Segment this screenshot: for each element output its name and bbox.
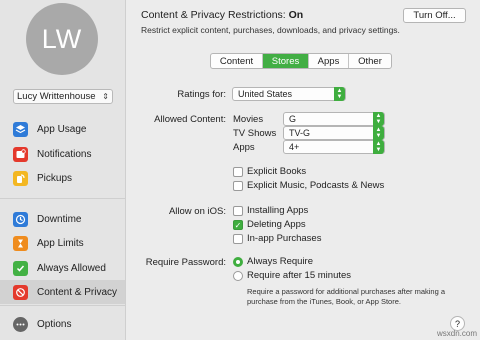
avatar: LW (26, 3, 98, 75)
sidebar-item-app-limits[interactable]: App Limits (0, 231, 125, 255)
in-app-purchases-checkbox[interactable] (233, 234, 243, 244)
sidebar-item-label: Options (37, 318, 72, 330)
sidebar-item-label: App Usage (37, 123, 87, 135)
turn-off-button[interactable]: Turn Off... (403, 8, 466, 23)
tv-shows-select[interactable]: TV-G ▲ ▼ (283, 126, 385, 140)
user-select[interactable]: Lucy Writtenhouse ⇕ (13, 89, 113, 104)
checkmark-icon: ✓ (234, 221, 242, 230)
sidebar-item-always-allowed[interactable]: Always Allowed (0, 256, 125, 280)
installing-apps-checkbox[interactable] (233, 206, 243, 216)
options-icon (13, 316, 28, 332)
page-subtitle: Restrict explicit content, purchases, do… (141, 25, 400, 35)
chevron-updown-icon: ▲ ▼ (373, 126, 384, 140)
sidebar-item-label: Pickups (37, 172, 73, 184)
main-panel: Content & Privacy Restrictions: On Restr… (126, 0, 480, 340)
always-require-radio[interactable] (233, 257, 243, 267)
sidebar-item-label: Content & Privacy (37, 286, 118, 298)
sidebar-divider (0, 305, 125, 306)
apps-value: 4+ (289, 142, 300, 152)
movies-label: Movies (233, 114, 264, 125)
sidebar: LW Lucy Writtenhouse ⇕ App Usage Notific… (0, 0, 126, 340)
tab-bar: Content Stores Apps Other (210, 53, 392, 69)
sidebar-item-content-privacy[interactable]: Content & Privacy (0, 280, 125, 304)
sidebar-item-label: Always Allowed (37, 262, 106, 274)
tab-content[interactable]: Content (211, 54, 263, 68)
pickup-icon (13, 170, 28, 186)
tab-apps[interactable]: Apps (309, 54, 349, 68)
title-text: Content & Privacy Restrictions: (141, 9, 286, 21)
in-app-purchases-label: In-app Purchases (247, 233, 322, 244)
page-title: Content & Privacy Restrictions: On (141, 9, 303, 21)
explicit-music-checkbox[interactable] (233, 181, 243, 191)
allow-ios-label: Allow on iOS: (168, 206, 226, 217)
explicit-books-label: Explicit Books (247, 166, 307, 177)
installing-apps-label: Installing Apps (247, 205, 309, 216)
sidebar-item-downtime[interactable]: Downtime (0, 207, 125, 231)
checkmark-shield-icon (13, 260, 28, 276)
ratings-label: Ratings for: (177, 89, 226, 100)
explicit-books-checkbox[interactable] (233, 167, 243, 177)
require-password-label: Require Password: (145, 257, 226, 268)
tv-shows-label: TV Shows (233, 128, 277, 139)
sidebar-item-options[interactable]: Options (0, 312, 125, 336)
explicit-music-label: Explicit Music, Podcasts & News (247, 180, 385, 191)
always-require-label: Always Require (247, 256, 313, 267)
sidebar-item-label: Downtime (37, 213, 82, 225)
hourglass-icon (13, 235, 28, 251)
sidebar-item-app-usage[interactable]: App Usage (0, 117, 125, 141)
require-after-15-radio[interactable] (233, 271, 243, 281)
watermark: wsxdn.com (436, 329, 477, 338)
moon-clock-icon (13, 211, 28, 227)
apps-label: Apps (233, 142, 255, 153)
ratings-select[interactable]: United States ▲ ▼ (232, 87, 346, 101)
apps-select[interactable]: 4+ ▲ ▼ (283, 140, 385, 154)
avatar-initials: LW (41, 23, 83, 54)
movies-select[interactable]: G ▲ ▼ (283, 112, 385, 126)
tab-other[interactable]: Other (349, 54, 391, 68)
sidebar-item-label: App Limits (37, 237, 84, 249)
chevron-updown-icon: ▲ ▼ (334, 87, 345, 101)
notification-icon (13, 146, 28, 162)
tv-shows-value: TV-G (289, 128, 311, 138)
status-text: On (288, 9, 304, 21)
sidebar-item-notifications[interactable]: Notifications (0, 142, 125, 166)
movies-value: G (289, 114, 297, 124)
ratings-value: United States (238, 89, 293, 99)
require-after-15-label: Require after 15 minutes (247, 270, 352, 281)
deleting-apps-label: Deleting Apps (247, 219, 306, 230)
chevron-updown-icon: ⇕ (102, 92, 109, 101)
sidebar-divider (0, 198, 125, 199)
layers-icon (13, 121, 28, 137)
sidebar-item-pickups[interactable]: Pickups (0, 166, 125, 190)
chevron-updown-icon: ▲ ▼ (373, 140, 384, 154)
user-name: Lucy Writtenhouse (17, 91, 96, 102)
no-entry-icon (13, 284, 28, 300)
tab-stores[interactable]: Stores (263, 54, 309, 68)
deleting-apps-checkbox[interactable]: ✓ (233, 220, 243, 230)
password-note: Require a password for additional purcha… (247, 287, 446, 306)
allowed-content-label: Allowed Content: (154, 114, 226, 125)
sidebar-item-label: Notifications (37, 148, 92, 160)
chevron-updown-icon: ▲ ▼ (373, 112, 384, 126)
